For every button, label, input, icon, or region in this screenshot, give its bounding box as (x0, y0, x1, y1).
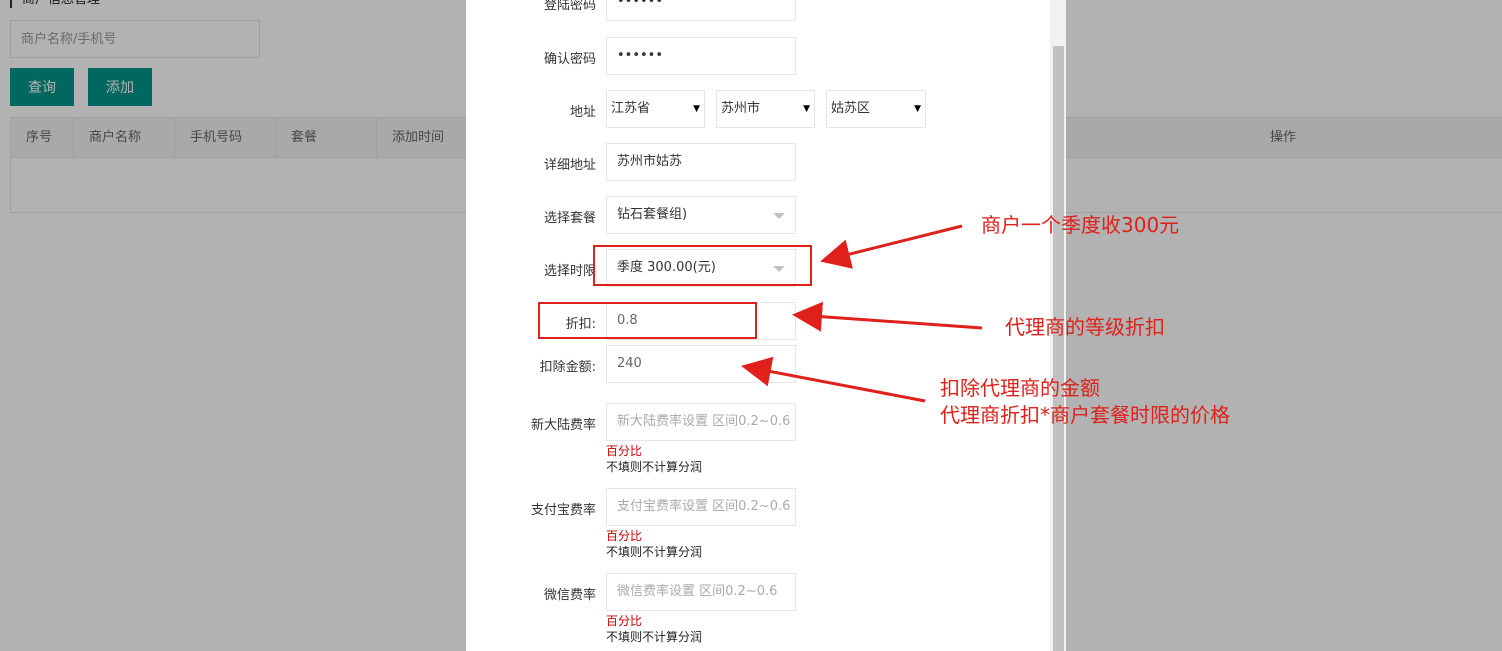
scrollbar-thumb[interactable] (1053, 46, 1064, 651)
alipay-rate-input[interactable]: 支付宝费率设置 区间0.2~0.6 (606, 488, 796, 526)
annotation-quarter-fee: 商户一个季度收300元 (981, 213, 1180, 237)
annotation-deduct-line2: 代理商折扣*商户套餐时限的价格 (940, 403, 1230, 427)
dropdown-arrow-icon: ▼ (693, 104, 700, 114)
wechat-rate-label: 微信费率 (543, 588, 596, 603)
detail-address-input[interactable]: 苏州市姑苏 (606, 143, 796, 181)
wechat-no-profit-tip: 不填则不计算分润 (606, 630, 703, 644)
mainland-rate-label: 新大陆费率 (530, 418, 596, 433)
detail-address-label: 详细地址 (543, 158, 596, 173)
login-password-input[interactable]: •••••• (606, 0, 796, 21)
annotation-box-term (593, 245, 812, 286)
city-select[interactable]: 苏州市 ▼ (716, 90, 815, 128)
login-password-label: 登陆密码 (543, 0, 596, 13)
annotation-deduct-line1: 扣除代理商的金额 (940, 376, 1100, 400)
district-select[interactable]: 姑苏区 ▼ (826, 90, 926, 128)
term-label: 选择时限 (543, 264, 596, 279)
mainland-percent-tip: 百分比 (606, 444, 643, 458)
mainland-no-profit-tip: 不填则不计算分润 (606, 460, 703, 474)
dropdown-arrow-icon: ▼ (914, 104, 921, 114)
deduct-amount-input[interactable]: 240 (606, 345, 796, 383)
confirm-password-label: 确认密码 (543, 52, 596, 67)
dropdown-arrow-icon: ▼ (803, 104, 810, 114)
package-label: 选择套餐 (543, 211, 596, 226)
annotation-agent-discount: 代理商的等级折扣 (1005, 315, 1165, 339)
wechat-rate-input[interactable]: 微信费率设置 区间0.2~0.6 (606, 573, 796, 611)
chevron-down-icon (773, 213, 785, 219)
confirm-password-input[interactable]: •••••• (606, 37, 796, 75)
address-label: 地址 (569, 105, 596, 120)
mainland-rate-input[interactable]: 新大陆费率设置 区间0.2~0.6 (606, 403, 796, 441)
province-select[interactable]: 江苏省 ▼ (606, 90, 705, 128)
package-value: 钻石套餐组) (617, 207, 688, 222)
wechat-percent-tip: 百分比 (606, 614, 643, 628)
alipay-percent-tip: 百分比 (606, 529, 643, 543)
deduct-amount-label: 扣除金额: (539, 360, 596, 375)
package-select[interactable]: 钻石套餐组) (606, 196, 796, 234)
city-value: 苏州市 (721, 101, 761, 116)
district-value: 姑苏区 (831, 101, 871, 116)
province-value: 江苏省 (611, 101, 651, 116)
alipay-no-profit-tip: 不填则不计算分润 (606, 545, 703, 559)
alipay-rate-label: 支付宝费率 (530, 503, 596, 518)
annotation-box-discount (538, 302, 757, 339)
